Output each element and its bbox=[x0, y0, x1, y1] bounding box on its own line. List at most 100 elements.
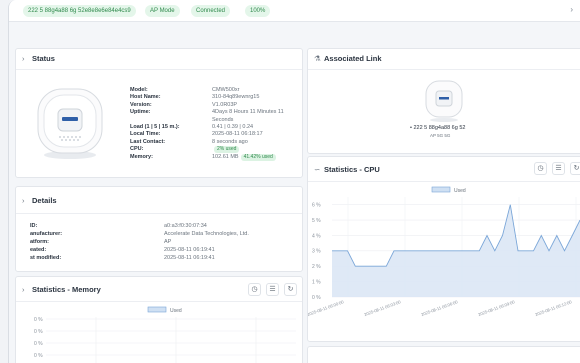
status-row-value-text: Seconds bbox=[212, 116, 234, 123]
status-row-value-text: CMW500xr bbox=[212, 87, 240, 93]
status-row-key: CPU: bbox=[130, 146, 144, 153]
list-icon: ☰ bbox=[269, 286, 276, 293]
cpu-history-button[interactable]: ◷ bbox=[534, 162, 547, 175]
usage-badge: 2% used bbox=[214, 146, 240, 154]
status-row-value: 0.41 | 0.39 | 0.24 bbox=[212, 124, 253, 132]
linked-device-sub: AP 5G 5G bbox=[430, 133, 451, 138]
chevron-right-icon: › bbox=[22, 54, 25, 63]
chevron-right-icon: › bbox=[22, 285, 25, 294]
memory-legend-swatch bbox=[147, 306, 167, 313]
cpu-menu-button[interactable]: ☰ bbox=[552, 162, 565, 175]
health-pill: 100% bbox=[245, 5, 271, 17]
chevron-right-icon: › bbox=[22, 196, 25, 205]
list-icon: ☰ bbox=[555, 165, 562, 172]
cpu-ytick-label: 2 % bbox=[312, 264, 321, 270]
cpu-ytick-label: 4 % bbox=[312, 233, 321, 239]
status-row-key: Version: bbox=[130, 101, 152, 108]
details-card: › Details ID: a0:a3:f0:30:07:34 anufacturer… bbox=[15, 186, 303, 272]
device-mac-pill: 222 5 88g4a88 6g 52e8e8e6e84e4cs9 bbox=[23, 5, 136, 17]
status-card-title: › Status bbox=[22, 54, 55, 63]
clock-icon: ◷ bbox=[537, 165, 544, 172]
status-row-key: Last Contact: bbox=[130, 138, 166, 145]
history-button[interactable]: ◷ bbox=[248, 283, 261, 296]
status-row-value: 310-84q89ewnrg15 bbox=[212, 94, 259, 102]
chevron-down-icon[interactable]: › bbox=[570, 5, 573, 14]
status-row-value-text: 2025-08-11 06:18:17 bbox=[212, 131, 263, 138]
clock-icon: ◷ bbox=[251, 286, 258, 293]
status-row-value: 2025-08-11 06:18:17 bbox=[212, 131, 263, 139]
details-row-value: AP bbox=[164, 239, 172, 245]
status-card: › Status Model: CMW500xr Host Name: 310-84q8… bbox=[15, 48, 303, 178]
status-row-key: Load (1 | 5 | 15 m.): bbox=[130, 124, 180, 130]
refresh-button[interactable]: ↻ bbox=[284, 283, 297, 296]
cpu-legend-swatch bbox=[431, 186, 451, 193]
refresh-icon: ↻ bbox=[287, 286, 294, 293]
status-row-key: Local Time: bbox=[130, 131, 161, 138]
cpu-chart: Used6 %5 %4 %3 %2 %1 %0 %2025-08-11 06:0… bbox=[308, 186, 580, 317]
cpu-xtick-label: 2025-08-11 06:03:00 bbox=[363, 299, 402, 317]
memory-card-title: › Statistics - Memory bbox=[22, 285, 101, 294]
status-row-value-text: 102.61 MB bbox=[212, 153, 239, 160]
status-row-value: 8 seconds ago bbox=[212, 139, 248, 147]
status-row-value: 2% used bbox=[212, 146, 240, 154]
cpu-stats-card: ∽ Statistics - CPU ◷ ☰ ↻ Used 6 % 5 % 4 % 3 %… bbox=[307, 156, 580, 342]
menu-button[interactable]: ☰ bbox=[266, 283, 279, 296]
cpu-ytick-label: 0 % bbox=[312, 295, 321, 301]
associated-link-card: ⚗ Associated Link • 222 5 88g4a88 6g 52 A… bbox=[307, 48, 580, 154]
cpu-ytick-label: 1 % bbox=[312, 279, 321, 285]
network-icon: ⚗ bbox=[314, 54, 321, 63]
app-frame: 222 5 88g4a88 6g 52e8e8e6e84e4cs9 AP Mod… bbox=[8, 0, 580, 363]
details-row-value: Accelerate Data Technologies, Ltd. bbox=[164, 231, 249, 237]
cpu-refresh-button[interactable]: ↻ bbox=[570, 162, 580, 175]
details-row-key: st modified: bbox=[30, 255, 62, 261]
cpu-legend-label: Used bbox=[454, 188, 466, 194]
details-row-value: 2025-08-11 06:19:41 bbox=[164, 247, 215, 253]
memory-ytick: 0 % bbox=[34, 317, 43, 323]
details-card-title: › Details bbox=[22, 196, 57, 205]
extra-card bbox=[307, 346, 580, 363]
device-header-bar: 222 5 88g4a88 6g 52e8e8e6e84e4cs9 AP Mod… bbox=[9, 0, 580, 22]
cpu-card-title: ∽ Statistics - CPU bbox=[314, 165, 380, 174]
cpu-ytick-label: 3 % bbox=[312, 249, 321, 255]
status-row-value-text: 8 seconds ago bbox=[212, 138, 248, 145]
status-row-value: Seconds bbox=[212, 117, 233, 125]
details-row-value: 2025-08-11 06:19:41 bbox=[164, 255, 215, 261]
linked-device-image[interactable] bbox=[424, 79, 464, 123]
memory-ytick: 0 % bbox=[34, 353, 43, 359]
status-row-key: Uptime: bbox=[130, 109, 151, 116]
status-row-value-text: 0.41 | 0.39 | 0.24 bbox=[212, 124, 254, 130]
connection-pill: Connected bbox=[191, 5, 231, 17]
memory-stats-card: › Statistics - Memory ◷ ☰ ↻ Used 0 % 0 % … bbox=[15, 276, 303, 363]
chart-line-icon: ∽ bbox=[314, 165, 321, 174]
memory-legend-label: Used bbox=[170, 308, 182, 314]
cpu-ytick-label: 6 % bbox=[312, 202, 321, 208]
details-row-key: ID: bbox=[30, 223, 38, 229]
memory-ytick: 0 % bbox=[34, 329, 43, 335]
status-row-key: Memory: bbox=[130, 153, 153, 160]
status-row-value: 102.61 MB 41.42% used bbox=[212, 153, 276, 162]
memory-chart: Used 0 % 0 % 0 % 0 % bbox=[34, 306, 296, 363]
details-row-value: a0:a3:f0:30:07:34 bbox=[164, 223, 207, 229]
memory-ytick: 0 % bbox=[34, 341, 43, 347]
cpu-xtick-label: 2025-08-11 06:12:00 bbox=[534, 299, 573, 317]
access-point-image bbox=[37, 88, 103, 159]
details-row-key: anufacturer: bbox=[30, 231, 63, 237]
status-row-value-text: 4Days 8 Hours 11 Minutes 11 bbox=[212, 109, 284, 116]
status-row-key: Host Name: bbox=[130, 94, 161, 101]
cpu-xtick-label: 2025-08-11 06:00:00 bbox=[308, 299, 345, 317]
status-row-value: 4Days 8 Hours 11 Minutes 11 bbox=[212, 109, 284, 117]
status-row-key: Model: bbox=[130, 87, 148, 93]
refresh-icon: ↻ bbox=[573, 165, 580, 172]
details-row-key: atform: bbox=[30, 239, 49, 245]
associated-link-title: ⚗ Associated Link bbox=[314, 54, 382, 63]
status-row-value: CMW500xr bbox=[212, 87, 240, 95]
status-row-value-text: 310-84q89ewnrg15 bbox=[212, 94, 260, 101]
status-row-value: V1.0R03P bbox=[212, 102, 237, 110]
mode-pill: AP Mode bbox=[145, 5, 180, 17]
cpu-xtick-label: 2025-08-11 06:09:00 bbox=[477, 299, 516, 317]
cpu-xtick-label: 2025-08-11 06:06:00 bbox=[420, 299, 459, 317]
status-row-value-text: V1.0R03P bbox=[212, 101, 238, 108]
details-row-key: eated: bbox=[30, 247, 47, 253]
cpu-ytick-label: 5 % bbox=[312, 218, 321, 224]
usage-badge: 41.42% used bbox=[240, 153, 276, 161]
